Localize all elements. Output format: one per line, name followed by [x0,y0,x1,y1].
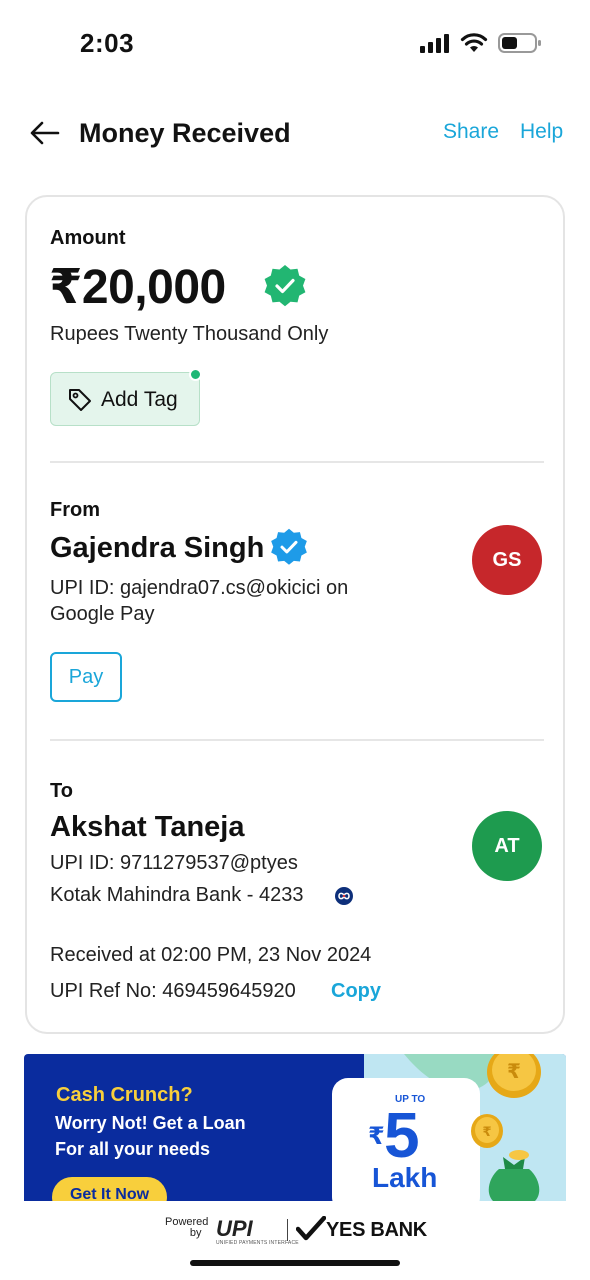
from-label: From [50,499,100,521]
divider [50,739,544,741]
receiver-bank: Kotak Mahindra Bank - 4233 [50,884,304,906]
footer: Powered by UPI UNIFIED PAYMENTS INTERFAC… [0,1208,590,1252]
status-icons [420,32,542,54]
page-title: Money Received [79,118,291,148]
divider [50,461,544,463]
signal-icon [420,34,449,53]
footer-separator [287,1219,288,1241]
status-time: 2:03 [80,28,135,58]
verified-icon [264,265,306,307]
status-bar: 2:03 [0,0,590,88]
bank-logo-icon [335,887,353,905]
pay-button[interactable]: Pay [50,652,122,702]
receiver-upi-id: UPI ID: 9711279537@ptyes [50,852,298,874]
loan-amount-number: 5 [384,1099,420,1171]
to-label: To [50,780,73,802]
receiver-avatar: AT [472,811,542,881]
add-tag-button[interactable]: Add Tag [50,372,200,426]
help-button[interactable]: Help [520,120,563,144]
home-indicator[interactable] [190,1260,400,1266]
upi-ref-number: UPI Ref No: 469459645920 [50,980,296,1002]
amount-in-words: Rupees Twenty Thousand Only [50,323,329,345]
tag-icon [69,389,91,411]
received-timestamp: Received at 02:00 PM, 23 Nov 2024 [50,944,372,966]
sender-avatar: GS [472,525,542,595]
upi-logo: UPI [216,1216,253,1241]
sender-name: Gajendra Singh [50,532,265,564]
banner-title: Cash Crunch? [56,1084,193,1106]
wifi-icon [460,33,488,52]
by-text: by [189,1227,202,1239]
copy-ref-button[interactable]: Copy [331,980,381,1003]
header: Money Received Share Help [0,100,590,170]
loan-amount-card: UP TO ₹ 5 Lakh [332,1078,480,1201]
checkmark-icon [296,1216,326,1241]
loan-promo-banner[interactable]: Cash Crunch? Worry Not! Get a Loan For a… [24,1054,566,1201]
powered-by-label: Powered by [165,1217,208,1239]
loan-amount-unit: Lakh [372,1162,438,1193]
battery-icon [498,33,541,53]
money-bag-icon [488,1150,540,1201]
get-it-now-button[interactable]: Get It Now [52,1177,167,1201]
back-arrow-icon[interactable] [28,118,62,148]
banner-subtitle-line-2: For all your needs [55,1139,211,1159]
loan-rupee-symbol: ₹ [368,1123,385,1150]
share-button[interactable]: Share [443,120,499,144]
svg-text:₹: ₹ [507,1059,521,1083]
verified-icon [271,528,307,565]
yes-bank-logo: YES BANK [326,1219,427,1241]
transaction-card: Amount ₹20,000 Rupees Twenty Thousand On… [25,195,565,1034]
add-tag-label: Add Tag [101,388,178,411]
amount-value: ₹20,000 [49,261,226,314]
sender-upi-id: UPI ID: gajendra07.cs@okicici on Google … [50,577,349,625]
coin-icon: ₹ [471,1114,503,1148]
new-indicator-dot [189,368,202,381]
receiver-name: Akshat Taneja [50,811,245,843]
coin-icon: ₹ [487,1054,541,1098]
amount-label: Amount [50,227,126,249]
banner-subtitle-line-1: Worry Not! Get a Loan [55,1113,246,1133]
svg-text:₹: ₹ [482,1125,491,1140]
